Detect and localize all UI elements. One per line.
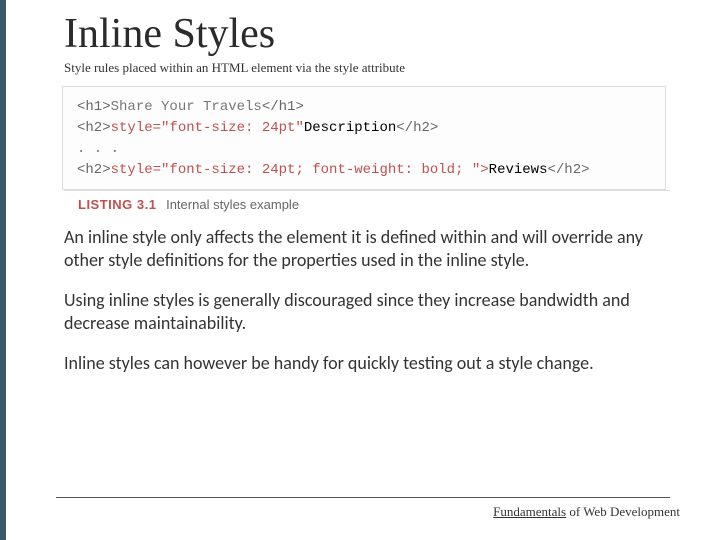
code-token: </h2>	[396, 120, 438, 136]
listing-desc: Internal styles example	[166, 197, 299, 212]
code-token: </h2>	[547, 162, 589, 178]
code-token: </h1>	[262, 99, 304, 115]
footer-underline: Fundamentals	[493, 504, 566, 519]
code-token: style="font-size: 24pt; font-weight: bol…	[111, 162, 489, 178]
footer-text: Fundamentals of Web Development	[493, 504, 680, 520]
body-text: An inline style only affects the element…	[64, 226, 670, 375]
footer-divider	[56, 497, 670, 498]
code-token: . . .	[77, 141, 119, 157]
paragraph: Using inline styles is generally discour…	[64, 289, 670, 336]
listing-label: LISTING 3.1	[78, 197, 156, 212]
paragraph: Inline styles can however be handy for q…	[64, 352, 670, 375]
code-token: Share Your Travels	[111, 99, 262, 115]
code-token: Reviews	[489, 162, 548, 178]
code-token: <h2>	[77, 120, 111, 136]
page-title: Inline Styles	[64, 10, 670, 58]
page-subtitle: Style rules placed within an HTML elemen…	[64, 60, 670, 76]
code-token: <h1>	[77, 99, 111, 115]
code-token: style="font-size: 24pt"	[111, 120, 304, 136]
footer-rest: of Web Development	[566, 504, 680, 519]
slide: Inline Styles Style rules placed within …	[0, 0, 720, 540]
code-token: Description	[304, 120, 396, 136]
listing-caption: LISTING 3.1 Internal styles example	[64, 190, 670, 218]
code-token: <h2>	[77, 162, 111, 178]
paragraph: An inline style only affects the element…	[64, 226, 670, 273]
code-listing: <h1>Share Your Travels</h1> <h2>style="f…	[62, 86, 666, 190]
